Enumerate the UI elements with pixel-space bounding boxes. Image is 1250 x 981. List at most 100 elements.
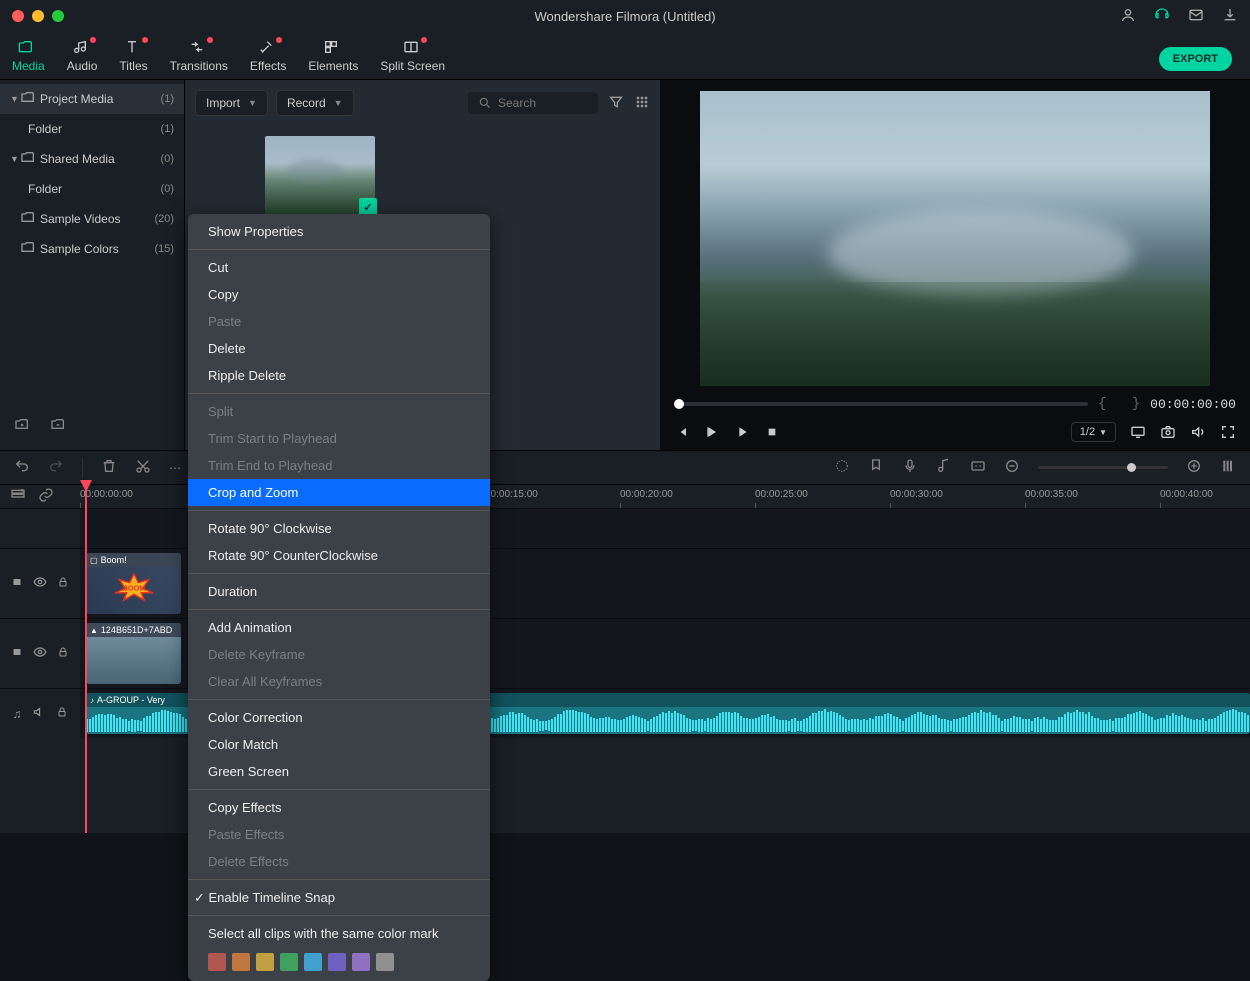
- preview-scrubber[interactable]: [674, 402, 1088, 406]
- undo-icon[interactable]: [14, 458, 30, 477]
- zoom-fit-icon[interactable]: [1220, 458, 1236, 477]
- redo-icon[interactable]: [48, 458, 64, 477]
- delete-folder-icon[interactable]: [50, 417, 66, 436]
- track-lock-icon[interactable]: [56, 706, 68, 721]
- sidebar-item-label: Sample Colors: [40, 242, 119, 256]
- media-thumbnail[interactable]: ✓: [265, 136, 375, 214]
- color-swatch[interactable]: [352, 953, 370, 971]
- tab-effects[interactable]: Effects: [248, 35, 288, 79]
- playhead[interactable]: [85, 484, 87, 833]
- ctx-add-animation[interactable]: Add Animation: [188, 614, 490, 641]
- filter-icon[interactable]: [608, 94, 624, 113]
- message-icon[interactable]: [1188, 7, 1204, 26]
- ctx-crop-zoom[interactable]: Crop and Zoom: [188, 479, 490, 506]
- marker-braces-icon[interactable]: { }: [1098, 396, 1140, 412]
- search-box[interactable]: [468, 92, 598, 114]
- track-lock-icon[interactable]: [57, 576, 69, 591]
- ctx-green-screen[interactable]: Green Screen: [188, 758, 490, 785]
- ctx-delete[interactable]: Delete: [188, 335, 490, 362]
- zoom-window-icon[interactable]: [52, 10, 64, 22]
- sidebar-item-sample-colors[interactable]: ▼ Sample Colors (15): [0, 234, 184, 264]
- import-dropdown[interactable]: Import▼: [195, 90, 268, 116]
- download-icon[interactable]: [1222, 7, 1238, 26]
- delete-icon[interactable]: [101, 458, 117, 477]
- play-forward-icon[interactable]: [734, 424, 750, 440]
- sidebar-item-label: Shared Media: [40, 152, 115, 166]
- preview-canvas[interactable]: [660, 80, 1250, 390]
- marker-icon[interactable]: [868, 458, 884, 477]
- color-swatch[interactable]: [304, 953, 322, 971]
- sidebar-item-sample-videos[interactable]: ▼ Sample Videos (20): [0, 204, 184, 234]
- ctx-color-correction[interactable]: Color Correction: [188, 704, 490, 731]
- timeline-clip[interactable]: ▲124B651D+7ABD: [86, 623, 181, 684]
- sidebar-item-folder[interactable]: Folder (0): [0, 174, 184, 204]
- timeline-clip[interactable]: ▢Boom! BOOM: [86, 553, 181, 614]
- stop-icon[interactable]: [764, 424, 780, 440]
- display-icon[interactable]: [1130, 424, 1146, 440]
- cut-icon[interactable]: [135, 458, 151, 477]
- caption-icon[interactable]: [970, 458, 986, 477]
- ctx-rotate-ccw[interactable]: Rotate 90° CounterClockwise: [188, 542, 490, 569]
- ctx-rotate-cw[interactable]: Rotate 90° Clockwise: [188, 515, 490, 542]
- color-swatch[interactable]: [256, 953, 274, 971]
- more-icon[interactable]: ⋯: [169, 461, 181, 475]
- record-dropdown[interactable]: Record▼: [276, 90, 354, 116]
- tab-audio[interactable]: Audio: [65, 35, 100, 79]
- color-swatch[interactable]: [208, 953, 226, 971]
- grid-view-icon[interactable]: [634, 94, 650, 113]
- ctx-copy[interactable]: Copy: [188, 281, 490, 308]
- main-tabbar: Media Audio Titles Transitions Effects E…: [0, 32, 1250, 80]
- color-swatch[interactable]: [328, 953, 346, 971]
- tab-transitions[interactable]: Transitions: [168, 35, 230, 79]
- track-lock-icon[interactable]: [57, 646, 69, 661]
- tab-elements[interactable]: Elements: [306, 35, 360, 79]
- ctx-trim-start: Trim Start to Playhead: [188, 425, 490, 452]
- voiceover-icon[interactable]: [902, 458, 918, 477]
- link-icon[interactable]: [38, 487, 54, 506]
- ctx-delete-keyframe: Delete Keyframe: [188, 641, 490, 668]
- quality-dropdown[interactable]: 1/2 ▼: [1071, 422, 1116, 442]
- tab-media[interactable]: Media: [10, 35, 47, 79]
- audio-mixer-icon[interactable]: [936, 458, 952, 477]
- ctx-color-match[interactable]: Color Match: [188, 731, 490, 758]
- support-icon[interactable]: [1154, 7, 1170, 26]
- track-type-icon[interactable]: [11, 576, 23, 591]
- tab-titles[interactable]: Titles: [117, 35, 149, 79]
- track-manager-icon[interactable]: [10, 487, 26, 506]
- ctx-select-by-color[interactable]: Select all clips with the same color mar…: [188, 920, 490, 947]
- ctx-show-properties[interactable]: Show Properties: [188, 218, 490, 245]
- ctx-copy-effects[interactable]: Copy Effects: [188, 794, 490, 821]
- track-mute-icon[interactable]: [32, 705, 46, 722]
- play-icon[interactable]: [704, 424, 720, 440]
- step-back-icon[interactable]: [674, 424, 690, 440]
- track-type-icon[interactable]: ♫: [13, 707, 22, 721]
- new-folder-icon[interactable]: [14, 417, 30, 436]
- track-type-icon[interactable]: [11, 646, 23, 661]
- ctx-ripple-delete[interactable]: Ripple Delete: [188, 362, 490, 389]
- tab-split-screen[interactable]: Split Screen: [378, 35, 447, 79]
- render-icon[interactable]: [834, 458, 850, 477]
- ctx-cut[interactable]: Cut: [188, 254, 490, 281]
- color-swatch[interactable]: [280, 953, 298, 971]
- ctx-enable-snap[interactable]: ✓ Enable Timeline Snap: [188, 884, 490, 911]
- zoom-slider[interactable]: [1038, 466, 1168, 469]
- search-input[interactable]: [498, 96, 588, 110]
- zoom-in-icon[interactable]: [1186, 458, 1202, 477]
- minimize-window-icon[interactable]: [32, 10, 44, 22]
- sidebar-item-project-media[interactable]: ▼ Project Media (1): [0, 84, 184, 114]
- scrubber-handle[interactable]: [674, 399, 684, 409]
- sidebar-item-shared-media[interactable]: ▼ Shared Media (0): [0, 144, 184, 174]
- zoom-out-icon[interactable]: [1004, 458, 1020, 477]
- sidebar-item-folder[interactable]: Folder (1): [0, 114, 184, 144]
- account-icon[interactable]: [1120, 7, 1136, 26]
- ctx-duration[interactable]: Duration: [188, 578, 490, 605]
- color-swatch[interactable]: [376, 953, 394, 971]
- snapshot-icon[interactable]: [1160, 424, 1176, 440]
- track-visibility-icon[interactable]: [33, 575, 47, 592]
- track-visibility-icon[interactable]: [33, 645, 47, 662]
- color-swatch[interactable]: [232, 953, 250, 971]
- volume-icon[interactable]: [1190, 424, 1206, 440]
- export-button[interactable]: EXPORT: [1159, 47, 1232, 71]
- close-window-icon[interactable]: [12, 10, 24, 22]
- fullscreen-icon[interactable]: [1220, 424, 1236, 440]
